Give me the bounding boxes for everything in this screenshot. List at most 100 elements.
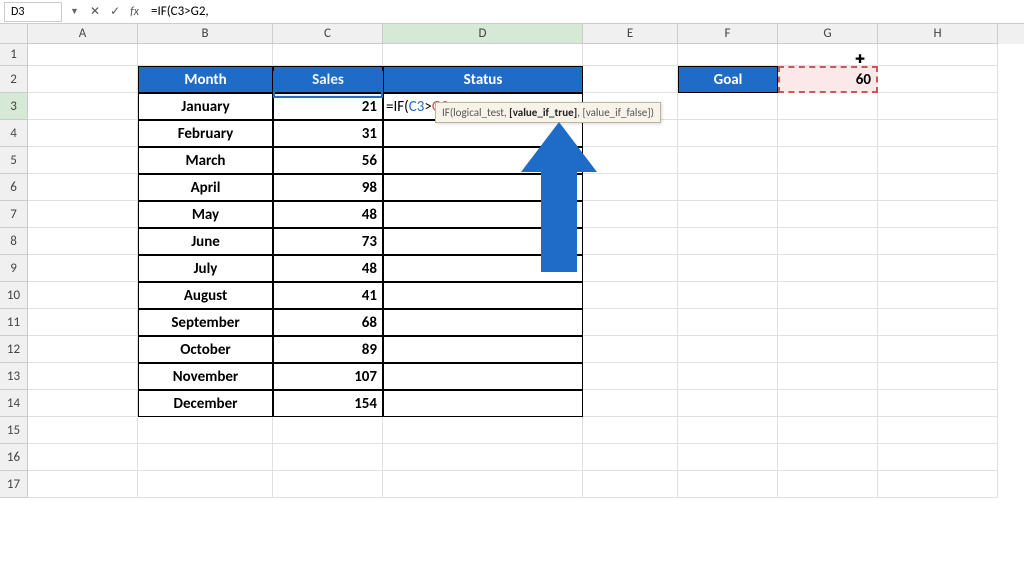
cell-C6[interactable]: 98 <box>273 174 383 201</box>
cell-H14[interactable] <box>878 390 998 417</box>
row-header-4[interactable]: 4 <box>0 120 28 147</box>
cell-C12[interactable]: 89 <box>273 336 383 363</box>
cell-A9[interactable] <box>28 255 138 282</box>
name-box[interactable]: D3 <box>4 2 62 22</box>
confirm-formula-icon[interactable]: ✓ <box>110 4 120 19</box>
cell-F1[interactable] <box>678 44 778 66</box>
cell-D13[interactable] <box>383 363 583 390</box>
cell-F7[interactable] <box>678 201 778 228</box>
cell-B11[interactable]: September <box>138 309 273 336</box>
col-header-e[interactable]: E <box>583 24 678 44</box>
cell-F16[interactable] <box>678 444 778 471</box>
cell-F5[interactable] <box>678 147 778 174</box>
cell-A13[interactable] <box>28 363 138 390</box>
row-header-8[interactable]: 8 <box>0 228 28 255</box>
col-header-h[interactable]: H <box>878 24 998 44</box>
row-header-2[interactable]: 2 <box>0 66 28 93</box>
cell-E15[interactable] <box>583 417 678 444</box>
cell-D4[interactable] <box>383 120 583 147</box>
cell-A16[interactable] <box>28 444 138 471</box>
cell-B14[interactable]: December <box>138 390 273 417</box>
cell-F11[interactable] <box>678 309 778 336</box>
cell-H10[interactable] <box>878 282 998 309</box>
cell-C1[interactable] <box>273 44 383 66</box>
cancel-formula-icon[interactable]: ✕ <box>90 4 100 19</box>
formula-input[interactable]: =IF(C3>G2, <box>147 4 1020 19</box>
cell-F6[interactable] <box>678 174 778 201</box>
cell-A15[interactable] <box>28 417 138 444</box>
cell-A7[interactable] <box>28 201 138 228</box>
cell-E9[interactable] <box>583 255 678 282</box>
cell-A5[interactable] <box>28 147 138 174</box>
cell-B8[interactable]: June <box>138 228 273 255</box>
cell-F9[interactable] <box>678 255 778 282</box>
cell-G9[interactable] <box>778 255 878 282</box>
cell-B1[interactable] <box>138 44 273 66</box>
cell-F2[interactable]: Goal <box>678 66 778 93</box>
name-box-dropdown-icon[interactable]: ▼ <box>70 6 82 18</box>
cell-C3[interactable]: 21 <box>273 93 383 120</box>
row-header-6[interactable]: 6 <box>0 174 28 201</box>
cell-E8[interactable] <box>583 228 678 255</box>
cell-H9[interactable] <box>878 255 998 282</box>
cell-G13[interactable] <box>778 363 878 390</box>
cell-D8[interactable] <box>383 228 583 255</box>
cell-G7[interactable] <box>778 201 878 228</box>
cell-B7[interactable]: May <box>138 201 273 228</box>
row-header-10[interactable]: 10 <box>0 282 28 309</box>
cell-F15[interactable] <box>678 417 778 444</box>
cell-H3[interactable] <box>878 93 998 120</box>
cell-B17[interactable] <box>138 471 273 498</box>
cell-D11[interactable] <box>383 309 583 336</box>
row-header-3[interactable]: 3 <box>0 93 28 120</box>
cell-F4[interactable] <box>678 120 778 147</box>
cell-G16[interactable] <box>778 444 878 471</box>
cell-F3[interactable] <box>678 93 778 120</box>
cell-E7[interactable] <box>583 201 678 228</box>
cell-H16[interactable] <box>878 444 998 471</box>
cell-H12[interactable] <box>878 336 998 363</box>
cell-B16[interactable] <box>138 444 273 471</box>
cell-E1[interactable] <box>583 44 678 66</box>
col-header-a[interactable]: A <box>28 24 138 44</box>
cell-H1[interactable] <box>878 44 998 66</box>
row-header-12[interactable]: 12 <box>0 336 28 363</box>
col-header-f[interactable]: F <box>678 24 778 44</box>
cell-G4[interactable] <box>778 120 878 147</box>
cell-D15[interactable] <box>383 417 583 444</box>
cell-H5[interactable] <box>878 147 998 174</box>
cell-H13[interactable] <box>878 363 998 390</box>
cell-C10[interactable]: 41 <box>273 282 383 309</box>
row-header-1[interactable]: 1 <box>0 44 28 66</box>
cell-H6[interactable] <box>878 174 998 201</box>
cell-B6[interactable]: April <box>138 174 273 201</box>
row-header-17[interactable]: 17 <box>0 471 28 498</box>
cell-A3[interactable] <box>28 93 138 120</box>
cell-G2[interactable]: 60 <box>778 66 878 93</box>
cell-F13[interactable] <box>678 363 778 390</box>
cell-G12[interactable] <box>778 336 878 363</box>
row-header-5[interactable]: 5 <box>0 147 28 174</box>
cell-E6[interactable] <box>583 174 678 201</box>
insert-function-icon[interactable]: fx <box>130 5 139 19</box>
cell-D5[interactable] <box>383 147 583 174</box>
cell-F8[interactable] <box>678 228 778 255</box>
cell-E17[interactable] <box>583 471 678 498</box>
cell-B9[interactable]: July <box>138 255 273 282</box>
cell-A10[interactable] <box>28 282 138 309</box>
cell-C16[interactable] <box>273 444 383 471</box>
cell-G8[interactable] <box>778 228 878 255</box>
row-header-9[interactable]: 9 <box>0 255 28 282</box>
cell-H8[interactable] <box>878 228 998 255</box>
cell-G10[interactable] <box>778 282 878 309</box>
cell-A14[interactable] <box>28 390 138 417</box>
cell-G3[interactable] <box>778 93 878 120</box>
cell-H17[interactable] <box>878 471 998 498</box>
cell-B12[interactable]: October <box>138 336 273 363</box>
row-header-15[interactable]: 15 <box>0 417 28 444</box>
row-header-14[interactable]: 14 <box>0 390 28 417</box>
cell-F12[interactable] <box>678 336 778 363</box>
cell-D6[interactable] <box>383 174 583 201</box>
cell-G14[interactable] <box>778 390 878 417</box>
col-header-b[interactable]: B <box>138 24 273 44</box>
